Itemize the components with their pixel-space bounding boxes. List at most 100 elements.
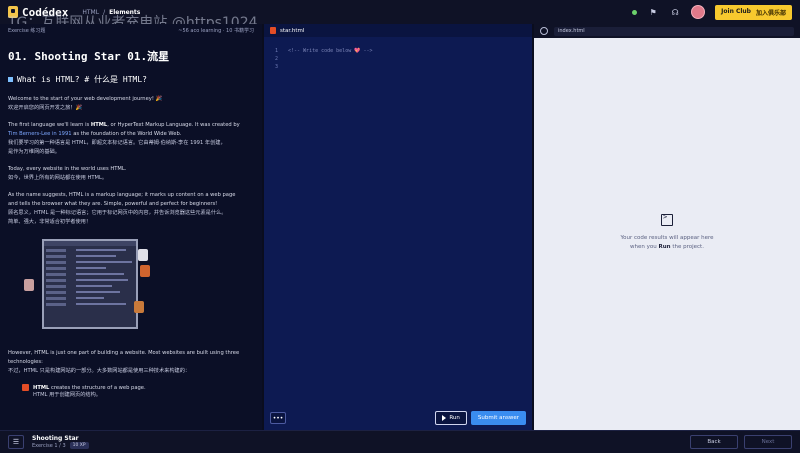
exercise-info: Shooting Star Exercise 1 / 3 10 XP — [32, 435, 89, 449]
breadcrumb-html[interactable]: HTML — [82, 9, 99, 16]
p5-cn: 不过，HTML 只是构建网站的一部分。大多数网站都是使用三种技术来构建的： — [8, 368, 191, 374]
join-club-button[interactable]: Join Club 加入俱乐部 — [715, 4, 792, 20]
online-status-icon — [632, 9, 638, 15]
headset-icon[interactable]: ☊ — [669, 6, 681, 18]
illustration-screen — [42, 239, 138, 329]
p1-cn: 欢迎开启您的网页开发之旅！🎉 — [8, 105, 82, 111]
back-button[interactable]: Back — [690, 435, 738, 449]
character-sprite-top — [138, 249, 148, 261]
learning-info: ~56 aco learning · 10 书籍学习 — [178, 27, 254, 34]
line-number: 2 — [274, 56, 278, 62]
play-icon — [442, 415, 447, 421]
tab-star-html[interactable]: star.html — [270, 27, 304, 34]
technology-list: HTML creates the structure of a web page… — [8, 384, 254, 399]
menu-icon: ☰ — [12, 438, 20, 446]
exercise-bar: Exercise 练习题 ~56 aco learning · 10 书籍学习 — [0, 24, 262, 36]
join-club-label-cn: 加入俱乐部 — [755, 9, 786, 17]
p2-en-a: The first language we'll learn is — [8, 122, 91, 128]
paragraph-today: Today, every website in the world uses H… — [8, 165, 254, 182]
character-sprite-mid — [140, 265, 150, 277]
paragraph-markup: As the name suggests, HTML is a markup l… — [8, 191, 254, 226]
exercise-progress: Exercise 1 / 3 10 XP — [32, 442, 89, 449]
learning-text: ~56 aco learning · 10 书籍学习 — [178, 27, 254, 34]
list-item: HTML creates the structure of a web page… — [22, 384, 254, 391]
lesson-title: 01. Shooting Star 01.流星 — [8, 50, 170, 63]
preview-url-bar: index.html — [534, 24, 800, 38]
bottom-bar: ☰ Shooting Star Exercise 1 / 3 10 XP Bac… — [0, 430, 800, 453]
html5-icon — [22, 384, 29, 391]
submit-answer-button[interactable]: Submit answer — [470, 411, 526, 425]
bullet-cn: HTML 用于创建网页的结构。 — [33, 392, 101, 398]
preview-empty-state: Your code results will appear here when … — [534, 213, 800, 252]
navigation-buttons: Back Next — [690, 435, 792, 449]
lesson-content: 01. Shooting Star 01.流星 What is HTML? # … — [0, 36, 262, 408]
editor-tab-bar: star.html — [264, 24, 532, 37]
p2-en-c: , or HyperText Markup Language. It was c… — [107, 122, 240, 128]
p4-cn-2: 简单、强大，非常适合初学者使用！ — [8, 219, 92, 225]
p3-en: Today, every website in the world uses H… — [8, 166, 127, 172]
avatar[interactable] — [691, 5, 706, 19]
line-number: 1 — [274, 48, 278, 54]
html-file-icon — [270, 27, 276, 34]
paragraph-html-intro: The first language we'll learn is HTML, … — [8, 121, 254, 156]
next-button[interactable]: Next — [744, 435, 792, 449]
p2-en-line1: The first language we'll learn is HTML, … — [8, 121, 254, 129]
p5-en-2: technologies: — [8, 359, 43, 365]
logo-text: Codédex — [22, 5, 69, 19]
code-editor[interactable]: star.html 1 <!-- Write code below 💖 --> … — [264, 24, 532, 430]
p5-en-1: However, HTML is just one part of buildi… — [8, 350, 240, 356]
top-bar: Codédex HTML / Elements ⚑ ☊ Join Club 加入… — [0, 0, 800, 24]
p4-cn-1: 顾名思义，HTML 是一种标记语言；它用于标记网页中的内容，并告诉浏览器这些元素… — [8, 210, 227, 216]
exercise-label: Exercise 练习题 — [8, 27, 46, 34]
exercise-count: Exercise 1 / 3 — [32, 442, 66, 449]
code-line: 3 — [274, 63, 532, 71]
lesson-pane[interactable]: Exercise 练习题 ~56 aco learning · 10 书籍学习 … — [0, 24, 262, 430]
top-right-controls: ⚑ ☊ Join Club 加入俱乐部 — [632, 4, 792, 20]
xp-badge: 10 XP — [69, 442, 89, 449]
breadcrumb: HTML / Elements — [82, 9, 140, 16]
exercise-title: Shooting Star — [32, 435, 79, 442]
run-button[interactable]: Run — [435, 411, 467, 425]
p2-en-line2: Tim Berners-Lee in 1991 as the foundatio… — [8, 130, 254, 138]
empty-line-2: when you Run the project. — [534, 243, 800, 252]
url-field[interactable]: index.html — [554, 26, 794, 36]
refresh-icon[interactable] — [540, 27, 548, 35]
code-comment: <!-- Write code below — [288, 48, 355, 54]
lesson-subtitle-text: What is HTML? # 什么是 HTML? — [17, 75, 147, 84]
flag-icon[interactable]: ⚑ — [647, 6, 659, 18]
empty-line-1: Your code results will appear here — [620, 235, 714, 241]
more-options-button[interactable]: ••• — [270, 412, 286, 424]
tim-berners-lee-link[interactable]: Tim Berners-Lee in 1991 — [8, 131, 72, 137]
pixel-illustration — [22, 235, 152, 335]
file-name: star.html — [280, 27, 305, 34]
join-club-label: Join Club — [721, 7, 751, 15]
breadcrumb-elements[interactable]: Elements — [109, 9, 140, 16]
line-number: 3 — [274, 64, 278, 70]
breadcrumb-separator: / — [103, 8, 106, 16]
p1-en: Welcome to the start of your web develop… — [8, 96, 163, 102]
code-comment-end: --> — [360, 48, 373, 54]
character-sprite-right — [134, 301, 144, 313]
empty-2a: when you — [630, 244, 659, 250]
p4-en-2: and tells the browser what they are. Sim… — [8, 201, 218, 207]
menu-button[interactable]: ☰ — [8, 435, 24, 449]
code-line: 2 — [274, 55, 532, 63]
codedex-logo[interactable]: Codédex — [8, 6, 68, 19]
code-line: 1 <!-- Write code below 💖 --> — [274, 47, 532, 55]
code-area[interactable]: 1 <!-- Write code below 💖 --> 2 3 — [264, 37, 532, 71]
bullet-en-a: HTML — [33, 384, 50, 391]
logo-icon — [8, 6, 18, 18]
editor-actions: ••• Run Submit answer — [270, 411, 526, 425]
terminal-icon — [661, 213, 673, 226]
hash-icon — [8, 77, 13, 82]
paragraph-welcome: Welcome to the start of your web develop… — [8, 95, 254, 112]
p3-cn: 如今，世界上所有的网站都在使用 HTML。 — [8, 175, 108, 181]
empty-2c: the project. — [670, 244, 704, 250]
lesson-subtitle: What is HTML? # 什么是 HTML? — [8, 74, 254, 85]
empty-2b: Run — [658, 244, 671, 250]
run-label: Run — [449, 415, 460, 421]
bullet-en-b: creates the structure of a web page. — [49, 384, 146, 391]
p2-cn-2: 是作为万维网的基础。 — [8, 149, 60, 155]
p4-en-1: As the name suggests, HTML is a markup l… — [8, 192, 236, 198]
p2-en-b: HTML — [90, 122, 108, 128]
